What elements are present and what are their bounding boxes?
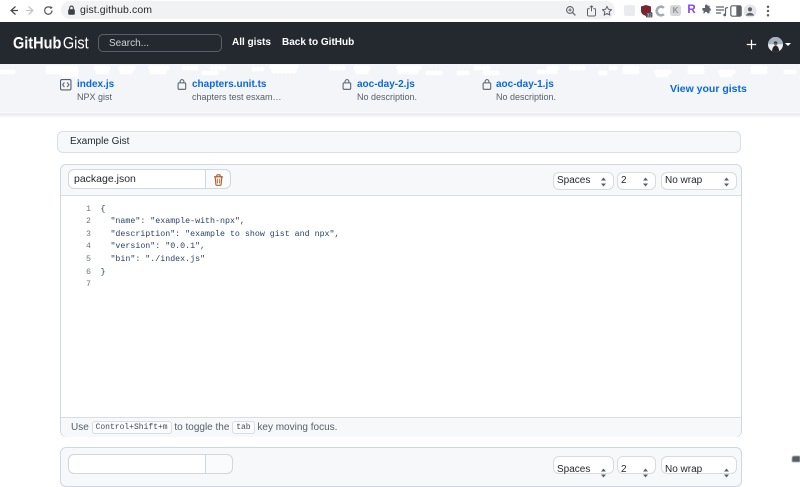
svg-text:32: 32 (647, 12, 652, 17)
